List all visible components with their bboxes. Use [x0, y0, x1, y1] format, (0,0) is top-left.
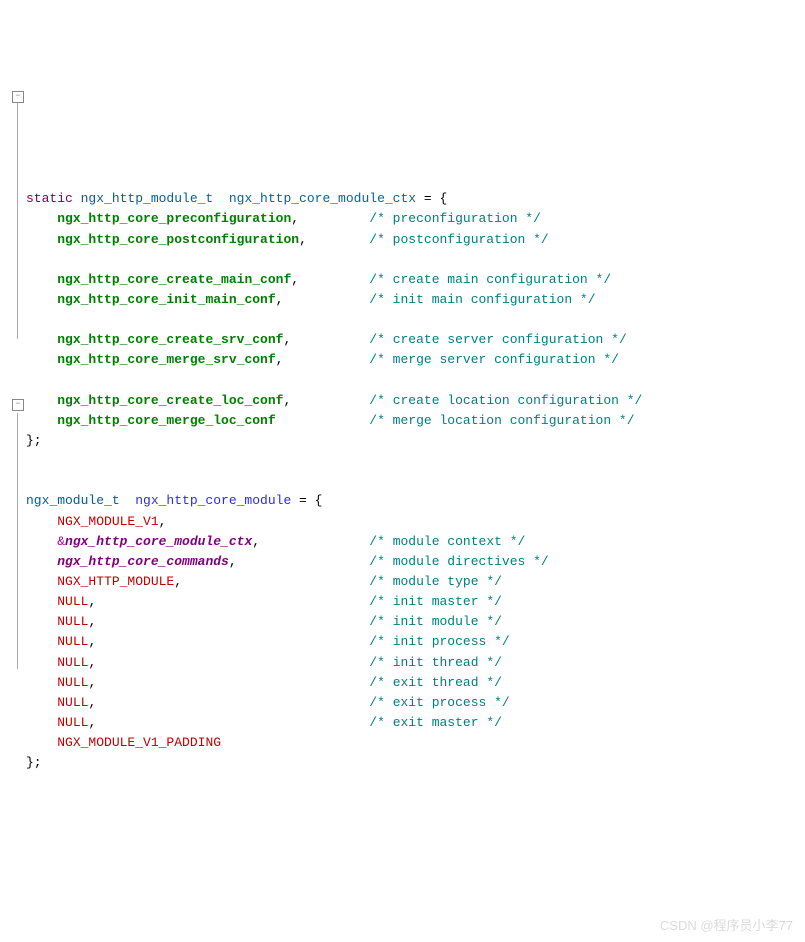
- cmt-create-main: /* create main configuration */: [369, 272, 611, 287]
- cmt-exit-process: /* exit process */: [369, 695, 509, 710]
- cmt-merge-loc: /* merge location configuration */: [369, 413, 634, 428]
- val-preconfig: ngx_http_core_preconfiguration: [57, 211, 291, 226]
- cmt-module-ctx: /* module context */: [369, 534, 525, 549]
- val-create-main: ngx_http_core_create_main_conf: [57, 272, 291, 287]
- open-brace-1: = {: [416, 191, 447, 206]
- type-module: ngx_module_t: [26, 493, 135, 508]
- val-commands: ngx_http_core_commands: [57, 554, 229, 569]
- val-create-srv: ngx_http_core_create_srv_conf: [57, 332, 283, 347]
- val-ngx-v1: NGX_MODULE_V1: [57, 514, 158, 529]
- amp-op: &: [57, 534, 65, 549]
- cmt-module-type: /* module type */: [369, 574, 502, 589]
- cmt-init-thread: /* init thread */: [369, 655, 502, 670]
- close-brace-2: };: [26, 755, 42, 770]
- val-merge-srv: ngx_http_core_merge_srv_conf: [57, 352, 275, 367]
- cmt-directives: /* module directives */: [369, 554, 548, 569]
- fold-line-1: [17, 103, 18, 339]
- val-null-5: NULL: [57, 675, 88, 690]
- cmt-preconfig: /* preconfiguration */: [369, 211, 541, 226]
- var-core-module: ngx_http_core_module: [135, 493, 291, 508]
- val-init-main: ngx_http_core_init_main_conf: [57, 292, 275, 307]
- code-content: static ngx_http_module_t ngx_http_core_m…: [26, 189, 795, 773]
- val-module-ctx-ref: ngx_http_core_module_ctx: [65, 534, 252, 549]
- val-create-loc: ngx_http_core_create_loc_conf: [57, 393, 283, 408]
- val-null-4: NULL: [57, 655, 88, 670]
- cmt-exit-thread: /* exit thread */: [369, 675, 502, 690]
- val-merge-loc: ngx_http_core_merge_loc_conf: [57, 413, 275, 428]
- close-brace-1: };: [26, 433, 42, 448]
- val-null-3: NULL: [57, 634, 88, 649]
- val-http-module: NGX_HTTP_MODULE: [57, 574, 174, 589]
- val-null-1: NULL: [57, 594, 88, 609]
- cmt-init-module: /* init module */: [369, 614, 502, 629]
- cmt-merge-srv: /* merge server configuration */: [369, 352, 619, 367]
- val-v1-padding: NGX_MODULE_V1_PADDING: [57, 735, 221, 750]
- val-null-6: NULL: [57, 695, 88, 710]
- val-postconfig: ngx_http_core_postconfiguration: [57, 232, 299, 247]
- var-module-ctx: ngx_http_core_module_ctx: [229, 191, 416, 206]
- cmt-exit-master: /* exit master */: [369, 715, 502, 730]
- cmt-create-srv: /* create server configuration */: [369, 332, 626, 347]
- cmt-init-master: /* init master */: [369, 594, 502, 609]
- type-module-t: ngx_http_module_t: [73, 191, 229, 206]
- cmt-init-process: /* init process */: [369, 634, 509, 649]
- cmt-create-loc: /* create location configuration */: [369, 393, 642, 408]
- val-null-2: NULL: [57, 614, 88, 629]
- keyword-static: static: [26, 191, 73, 206]
- open-brace-2: = {: [291, 493, 322, 508]
- fold-icon-1[interactable]: −: [12, 91, 24, 103]
- cmt-postconfig: /* postconfiguration */: [369, 232, 548, 247]
- fold-icon-2[interactable]: −: [12, 399, 24, 411]
- watermark: CSDN @程序员小李77: [660, 916, 793, 936]
- fold-line-2: [17, 413, 18, 669]
- cmt-init-main: /* init main configuration */: [369, 292, 595, 307]
- val-null-7: NULL: [57, 715, 88, 730]
- code-block: − − static ngx_http_module_t ngx_http_co…: [10, 89, 795, 794]
